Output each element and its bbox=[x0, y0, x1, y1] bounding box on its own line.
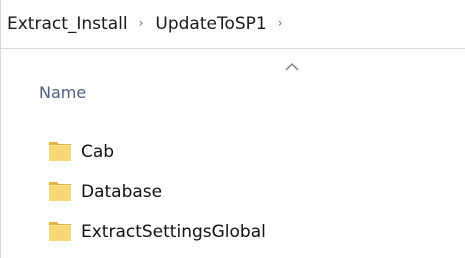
list-item-label: Cab bbox=[81, 142, 115, 162]
folder-icon bbox=[49, 142, 71, 161]
folder-icon bbox=[49, 222, 71, 241]
breadcrumb-item-extract-install[interactable]: Extract_Install bbox=[7, 14, 128, 34]
sort-ascending-icon[interactable] bbox=[285, 62, 299, 72]
list-item-label: Database bbox=[81, 182, 163, 202]
list-item[interactable]: Database bbox=[1, 173, 465, 213]
name-column-header[interactable]: Name bbox=[39, 83, 86, 102]
address-bar[interactable]: Extract_Install › UpdateToSP1 › bbox=[1, 0, 465, 49]
folder-icon bbox=[49, 182, 71, 201]
list-item-label: ExtractSettingsGlobal bbox=[81, 222, 266, 242]
chevron-right-icon[interactable]: › bbox=[278, 16, 283, 30]
breadcrumb-item-update-to-sp1[interactable]: UpdateToSP1 bbox=[155, 14, 266, 34]
chevron-right-icon[interactable]: › bbox=[139, 16, 144, 30]
file-explorer-window: Extract_Install › UpdateToSP1 › Name Cab… bbox=[0, 0, 465, 258]
list-item[interactable]: Cab bbox=[1, 133, 465, 173]
list-item[interactable]: ExtractSettingsGlobal bbox=[1, 213, 465, 253]
